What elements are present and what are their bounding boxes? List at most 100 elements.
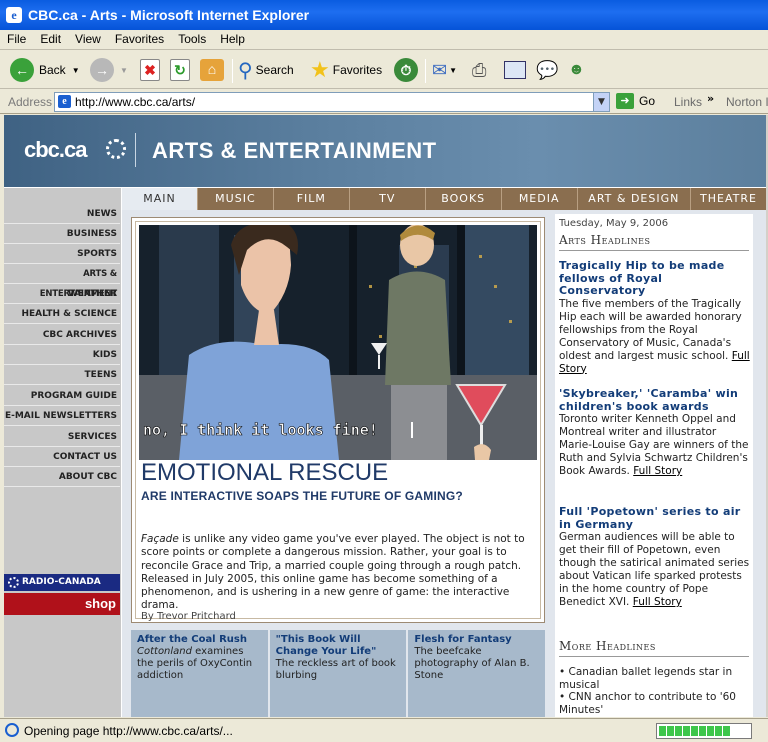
page-content: cbc.ca ARTS & ENTERTAINMENT MAIN MUSIC F… [4, 115, 766, 717]
promo-text: The reckless art of book blurbing [275, 658, 396, 681]
promo-title[interactable]: Flesh for Fantasy [414, 634, 539, 646]
shop-link[interactable]: shop [4, 593, 120, 615]
full-story-link[interactable]: Full Story [633, 465, 682, 477]
tab-main[interactable]: MAIN [122, 188, 197, 210]
messenger-button[interactable]: ☻ [568, 56, 585, 84]
chevron-right-icon[interactable]: » [707, 92, 714, 105]
nav-news[interactable]: NEWS [4, 204, 120, 224]
feature-headline[interactable]: EMOTIONAL RESCUE [141, 459, 388, 487]
progress-bar [656, 723, 752, 739]
forward-arrow-icon: → [90, 58, 114, 82]
discuss-button[interactable]: 💬 [536, 56, 558, 84]
toolbar-separator [232, 59, 233, 83]
tab-books[interactable]: BOOKS [424, 188, 501, 210]
forward-button[interactable]: → ▼ [90, 56, 128, 84]
print-button[interactable]: ⎙ [472, 56, 486, 84]
search-button[interactable]: ⚲ Search [238, 56, 294, 84]
nav-arts[interactable]: ARTS & ENTERTAINMENT [4, 264, 120, 299]
tab-media[interactable]: MEDIA [500, 188, 577, 210]
story-title[interactable]: Full 'Popetown' series to air in Germany [559, 505, 751, 531]
tab-tv[interactable]: TV [348, 188, 425, 210]
links-button[interactable]: Links [674, 95, 702, 109]
feature-subhead[interactable]: ARE INTERACTIVE SOAPS THE FUTURE OF GAMI… [141, 489, 463, 503]
chevron-down-icon: ▼ [71, 65, 80, 75]
tab-art-design[interactable]: ART & DESIGN [576, 188, 690, 210]
promo-coal-rush[interactable]: After the Coal Rush Cottonland examines … [131, 630, 268, 717]
promo-book-blurbing[interactable]: "This Book Will Change Your Life" The re… [269, 630, 407, 717]
edit-button[interactable] [504, 56, 526, 84]
promo-title[interactable]: "This Book Will Change Your Life" [276, 634, 401, 658]
feature-body: Façade is unlike any video game you've e… [141, 533, 533, 613]
arts-headlines-title: Arts Headlines [559, 233, 651, 247]
mail-button[interactable]: ✉ ▼ [432, 56, 457, 84]
nav-kids[interactable]: KIDS [4, 345, 120, 365]
address-dropdown-icon[interactable]: ▼ [593, 93, 609, 111]
dialogue-caption: no, I think it looks fine! [143, 421, 378, 439]
nav-services[interactable]: SERVICES [4, 427, 120, 447]
nav-weather[interactable]: WEATHER [4, 284, 120, 304]
promo-text: Cottonland examines the perils of OxyCon… [137, 646, 262, 682]
favorites-button[interactable]: ★ Favorites [310, 56, 382, 84]
divider [559, 250, 749, 251]
cbc-logo[interactable]: cbc.ca [24, 137, 87, 163]
promo-title[interactable]: After the Coal Rush [137, 634, 262, 646]
menu-view[interactable]: View [68, 30, 108, 49]
menu-tools[interactable]: Tools [171, 30, 213, 49]
story-text: The five members of the Tragically Hip e… [559, 297, 742, 362]
more-headline-item[interactable]: • CNN anchor to contribute to '60 Minute… [559, 691, 751, 716]
edit-page-icon [504, 61, 526, 79]
nav-business[interactable]: BUSINESS [4, 224, 120, 244]
feature-body-game-title: Façade [141, 533, 179, 545]
nav-sports[interactable]: SPORTS [4, 244, 120, 264]
promo-strip: After the Coal Rush Cottonland examines … [131, 630, 546, 717]
menu-favorites[interactable]: Favorites [108, 30, 171, 49]
refresh-button[interactable]: ↻ [170, 56, 190, 84]
section-tabs: MAIN MUSIC FILM TV BOOKS MEDIA ART & DES… [122, 188, 766, 210]
toolbar: ← Back ▼ → ▼ ✖ ↻ ⌂ ⚲ Search ★ Favorites … [0, 51, 768, 89]
back-button[interactable]: ← Back ▼ [10, 56, 80, 84]
left-nav: NEWS BUSINESS SPORTS ARTS & ENTERTAINMEN… [4, 188, 121, 717]
stop-button[interactable]: ✖ [140, 56, 160, 84]
more-headline-item[interactable]: • Canadian ballet legends star in musica… [559, 666, 751, 691]
nav-contact-us[interactable]: CONTACT US [4, 447, 120, 467]
full-story-link[interactable]: Full Story [633, 596, 682, 608]
home-button[interactable]: ⌂ [200, 56, 224, 84]
tab-music[interactable]: MUSIC [196, 188, 273, 210]
section-title: ARTS & ENTERTAINMENT [152, 138, 437, 163]
story-popetown: Full 'Popetown' series to air in Germany… [559, 505, 751, 609]
history-button[interactable]: ⏱ [394, 56, 418, 84]
address-input[interactable]: e http://www.cbc.ca/arts/ ▼ [54, 92, 610, 112]
search-label: Search [255, 63, 294, 77]
status-text: Opening page http://www.cbc.ca/arts/... [24, 724, 233, 738]
nav-email-newsletters[interactable]: E-MAIL NEWSLETTERS [4, 406, 120, 426]
norton-button[interactable]: Norton I [726, 95, 768, 109]
nav-program-guide[interactable]: PROGRAM GUIDE [4, 386, 120, 406]
go-button[interactable]: ➜ Go [616, 93, 655, 109]
radio-canada-link[interactable]: RADIO-CANADA [4, 574, 120, 591]
nav-health-science[interactable]: HEALTH & SCIENCE [4, 304, 120, 324]
loading-page-icon [5, 723, 19, 737]
promo-flesh-fantasy[interactable]: Flesh for Fantasy The beefcake photograp… [408, 630, 546, 717]
nav-about-cbc[interactable]: ABOUT CBC [4, 467, 120, 487]
progress-block [715, 726, 722, 736]
nav-teens[interactable]: TEENS [4, 365, 120, 385]
feature-illustration[interactable]: no, I think it looks fine! [139, 225, 537, 460]
tab-theatre[interactable]: THEATRE [690, 188, 766, 210]
progress-block [659, 726, 666, 736]
menu-bar: File Edit View Favorites Tools Help [0, 30, 768, 50]
menu-file[interactable]: File [0, 30, 33, 49]
more-headline-text[interactable]: CNN anchor to contribute to '60 Minutes' [559, 691, 736, 716]
cbc-gem-icon [106, 139, 126, 159]
story-title[interactable]: 'Skybreaker,' 'Caramba' win children's b… [559, 387, 751, 413]
more-headline-text[interactable]: Canadian ballet legends star in musical [559, 666, 732, 691]
nav-cbc-archives[interactable]: CBC ARCHIVES [4, 325, 120, 345]
progress-block [691, 726, 698, 736]
tab-film[interactable]: FILM [272, 188, 349, 210]
menu-edit[interactable]: Edit [33, 30, 68, 49]
feature-story[interactable]: no, I think it looks fine! EMOTIONAL RES… [131, 217, 545, 623]
search-icon: ⚲ [238, 59, 253, 82]
story-tragically-hip: Tragically Hip to be made fellows of Roy… [559, 259, 751, 376]
menu-help[interactable]: Help [213, 30, 252, 49]
home-icon: ⌂ [200, 59, 224, 81]
story-title[interactable]: Tragically Hip to be made fellows of Roy… [559, 259, 751, 298]
